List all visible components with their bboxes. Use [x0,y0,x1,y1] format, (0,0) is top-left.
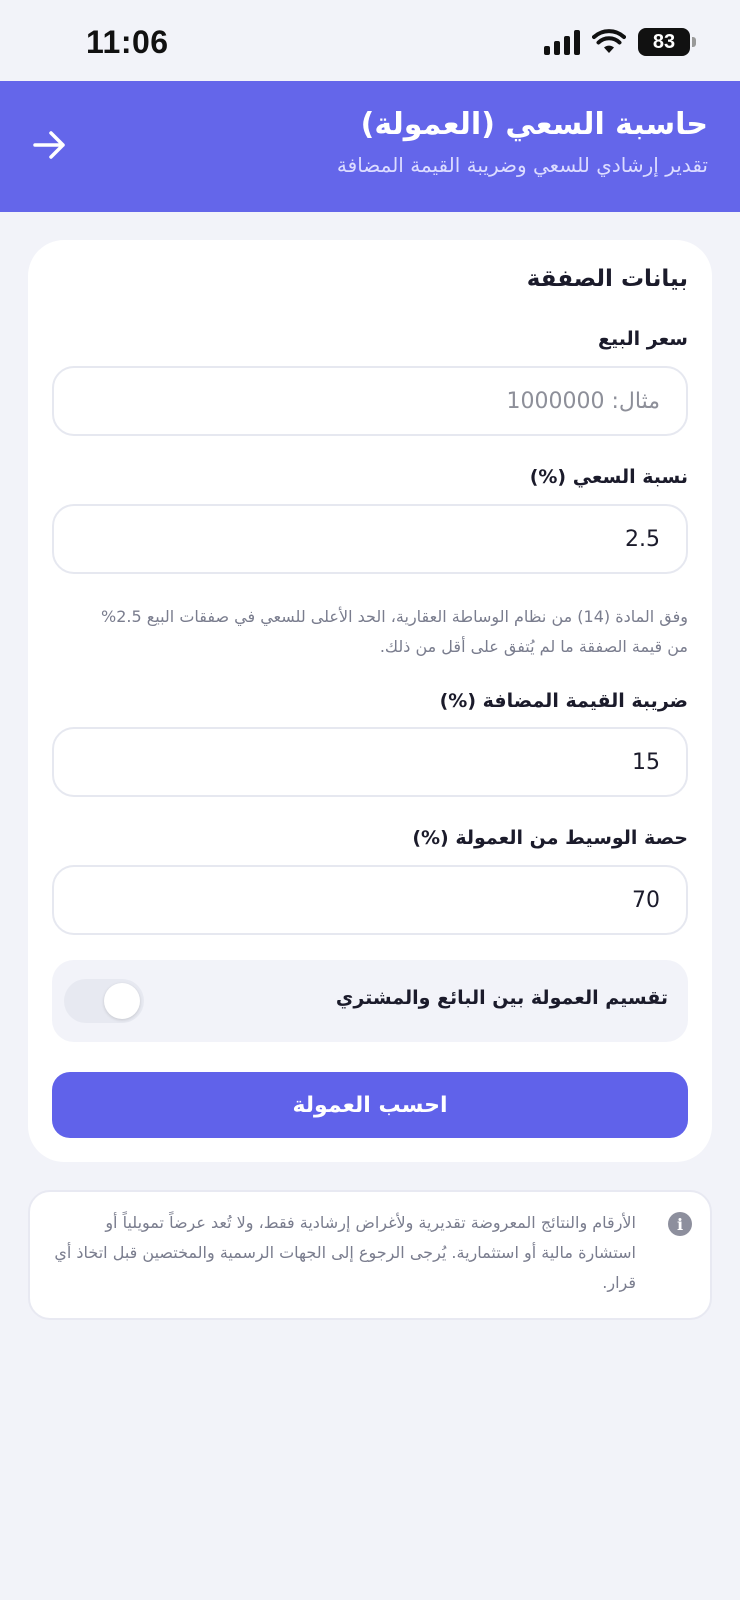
deal-form-card: بيانات الصفقة سعر البيع نسبة السعي (%) و… [28,240,712,1162]
section-title: بيانات الصفقة [526,266,688,292]
page-title: حاسبة السعي (العمولة) [360,107,708,142]
back-button[interactable] [28,123,72,167]
vat-label: ضريبة القيمة المضافة (%) [439,690,688,712]
status-bar: 11:06 83 [0,0,740,81]
broker-share-input[interactable] [52,865,688,935]
broker-share-label: حصة الوسيط من العمولة (%) [412,827,688,849]
calculate-button[interactable]: احسب العمولة [52,1072,688,1138]
disclaimer-box: i الأرقام والنتائج المعروضة تقديرية ولأغ… [28,1190,712,1320]
status-time: 11:06 [86,24,169,60]
disclaimer-text: الأرقام والنتائج المعروضة تقديرية ولأغرا… [54,1213,636,1292]
sale-price-input[interactable] [52,366,688,436]
commission-rate-input[interactable] [52,504,688,574]
app-header: حاسبة السعي (العمولة) تقدير إرشادي للسعي… [0,81,740,212]
status-icons: 83 [544,28,696,56]
sale-price-label: سعر البيع [598,328,688,350]
split-commission-label: تقسيم العمولة بين البائع والمشتري [335,987,668,1009]
wifi-icon [592,29,626,53]
battery-level: 83 [652,30,676,53]
toggle-knob [104,983,140,1019]
commission-hint: وفق المادة (14) من نظام الوساطة العقارية… [101,607,688,656]
arrow-right-icon [33,131,65,159]
signal-icon [544,29,580,55]
split-commission-row: تقسيم العمولة بين البائع والمشتري [52,960,688,1042]
battery-icon: 83 [638,28,696,56]
split-commission-toggle[interactable] [64,979,144,1023]
vat-input[interactable] [52,727,688,797]
page-subtitle: تقدير إرشادي للسعي وضريبة القيمة المضافة [336,153,708,177]
commission-rate-label: نسبة السعي (%) [529,466,688,488]
info-icon: i [668,1212,692,1236]
